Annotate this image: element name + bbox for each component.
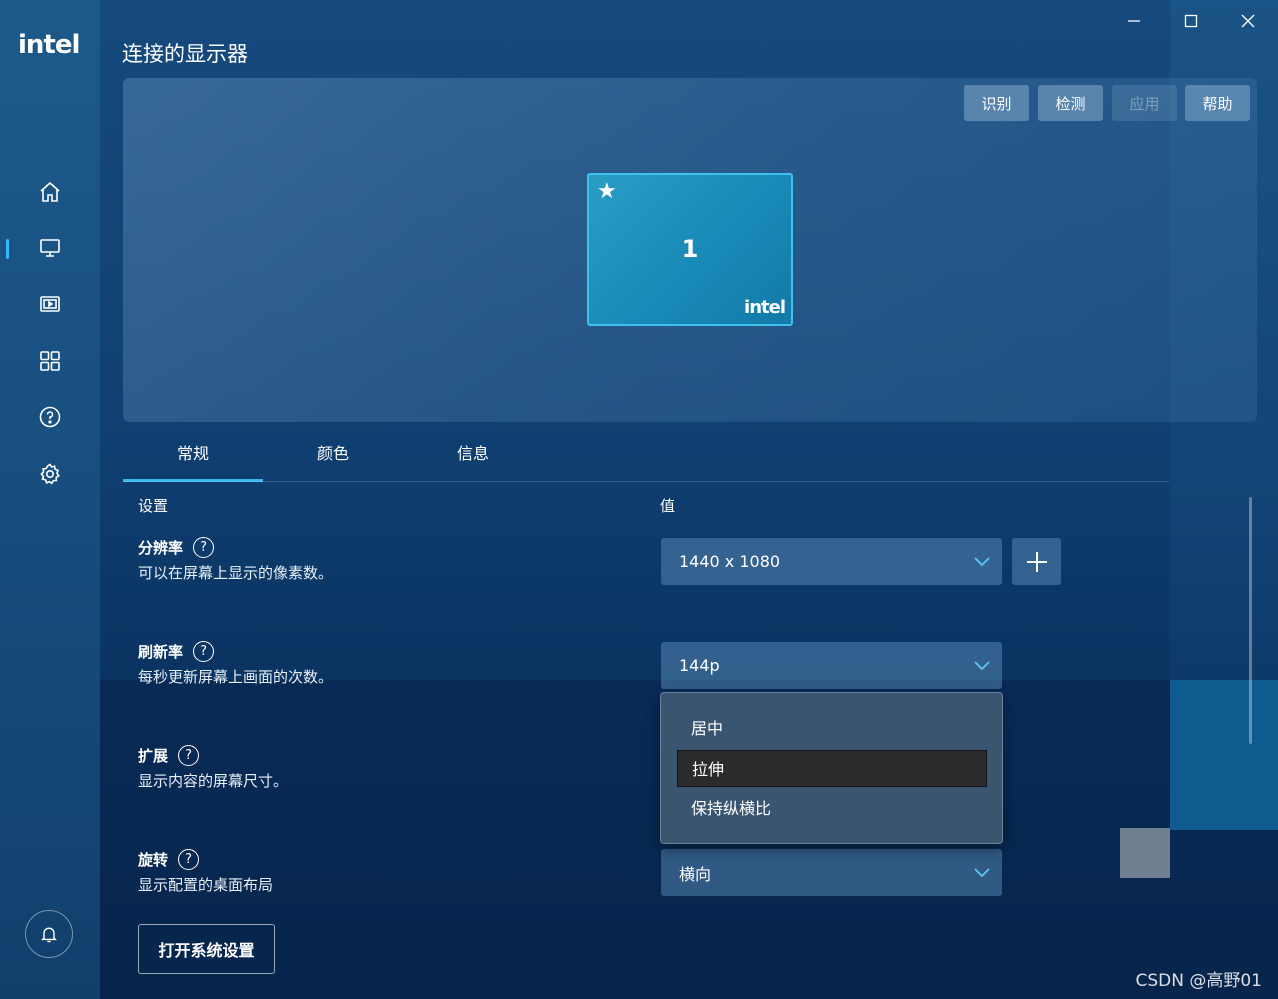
active-nav-indicator: [6, 239, 9, 259]
apply-button[interactable]: 应用: [1112, 85, 1177, 121]
video-icon[interactable]: [36, 290, 64, 318]
refresh-setting: 刷新率 ?: [138, 641, 215, 662]
scale-title: 扩展: [138, 747, 169, 765]
refresh-value: 144p: [679, 656, 720, 675]
maximize-icon: [1184, 14, 1198, 28]
monitor-intel-logo: intel: [744, 297, 786, 318]
background-decoration-gray-square: [1120, 828, 1170, 878]
resolution-title: 分辨率: [138, 539, 184, 557]
notification-button[interactable]: [25, 910, 73, 958]
home-icon[interactable]: [36, 178, 64, 206]
sidebar: intel: [0, 0, 100, 999]
bell-icon: [41, 927, 57, 943]
menu-item-keep-aspect-ratio[interactable]: 保持纵横比: [677, 790, 987, 827]
close-icon: [1241, 14, 1255, 28]
rotation-setting: 旋转 ?: [138, 849, 200, 870]
refresh-dropdown[interactable]: 144p: [661, 642, 1002, 689]
tab-divider: [123, 481, 1169, 482]
display-icon[interactable]: [36, 234, 64, 262]
resolution-dropdown[interactable]: 1440 x 1080: [661, 538, 1002, 585]
chevron-down-icon: [974, 868, 990, 878]
page-title: 连接的显示器: [122, 42, 248, 66]
minimize-icon: [1128, 20, 1140, 22]
detect-button[interactable]: 检测: [1038, 85, 1103, 121]
scale-setting: 扩展 ?: [138, 745, 200, 766]
chevron-down-icon: [974, 557, 990, 567]
scale-dropdown-menu: 居中 拉伸 保持纵横比: [660, 692, 1003, 844]
rotation-desc: 显示配置的桌面布局: [138, 876, 274, 894]
tab-info[interactable]: 信息: [403, 440, 543, 482]
resolution-desc: 可以在屏幕上显示的像素数。: [138, 564, 334, 582]
maximize-button[interactable]: [1176, 8, 1206, 34]
identify-button[interactable]: 识别: [964, 85, 1029, 121]
watermark: CSDN @高野01: [1135, 971, 1262, 991]
help-icon[interactable]: [36, 403, 64, 431]
add-resolution-button[interactable]: [1012, 538, 1061, 585]
rotation-dropdown[interactable]: 横向: [661, 849, 1002, 896]
background-decoration-square: [1170, 680, 1278, 830]
refresh-help-icon[interactable]: ?: [193, 641, 215, 662]
apps-grid-icon[interactable]: [36, 347, 64, 375]
resolution-value: 1440 x 1080: [679, 552, 781, 571]
monitor-tile[interactable]: ★ 1 intel: [587, 173, 793, 326]
scale-help-icon[interactable]: ?: [178, 745, 200, 766]
intel-logo: intel: [18, 30, 80, 60]
refresh-desc: 每秒更新屏幕上画面的次数。: [138, 668, 334, 686]
gear-icon[interactable]: [36, 460, 64, 488]
scrollbar[interactable]: [1249, 497, 1252, 744]
resolution-setting: 分辨率 ?: [138, 537, 215, 558]
rotation-title: 旋转: [138, 851, 169, 869]
column-header-setting: 设置: [138, 497, 169, 515]
monitor-number: 1: [681, 235, 699, 263]
plus-icon: [1026, 551, 1047, 572]
chevron-down-icon: [974, 661, 990, 671]
refresh-title: 刷新率: [138, 643, 184, 661]
app-window: intel 连接的显示器 识别 检测 应用 帮助 ★ 1 intel 常规 颜色…: [0, 0, 1278, 999]
help-button[interactable]: 帮助: [1185, 85, 1250, 121]
tab-general[interactable]: 常规: [123, 440, 263, 482]
rotation-help-icon[interactable]: ?: [178, 849, 200, 870]
minimize-button[interactable]: [1119, 8, 1149, 34]
tab-color[interactable]: 颜色: [263, 440, 403, 482]
resolution-help-icon[interactable]: ?: [193, 537, 215, 558]
primary-display-star-icon: ★: [597, 179, 617, 204]
close-button[interactable]: [1233, 8, 1263, 34]
menu-item-stretch[interactable]: 拉伸: [677, 750, 987, 787]
scale-desc: 显示内容的屏幕尺寸。: [138, 772, 289, 790]
open-system-settings-button[interactable]: 打开系统设置: [138, 924, 275, 974]
column-header-value: 值: [660, 497, 676, 515]
menu-item-center[interactable]: 居中: [677, 710, 987, 747]
rotation-value: 横向: [679, 864, 712, 884]
